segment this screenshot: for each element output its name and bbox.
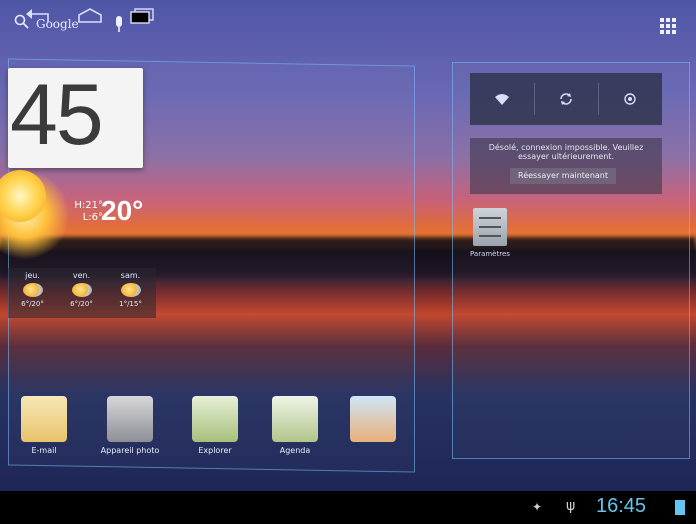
forecast-day: sam. 1°/15°: [106, 268, 155, 318]
app-label: E-mail: [31, 446, 57, 455]
forecast-day: jeu. 6°/20°: [8, 268, 57, 318]
email-icon: [21, 396, 67, 442]
app-label: Agenda: [279, 446, 311, 455]
back-icon[interactable]: [24, 8, 50, 28]
weather-high: H:21°: [74, 200, 103, 211]
forecast-day: ven. 6°/20°: [57, 268, 106, 318]
app-email[interactable]: E-mail: [12, 396, 76, 455]
usb-icon[interactable]: ψ: [566, 498, 575, 514]
app-explorer[interactable]: Explorer: [183, 396, 247, 455]
connection-error-message: Désolé, connexion impossible. Veuillez e…: [488, 143, 644, 161]
weather-high-low: H:21° L:6°: [63, 200, 103, 224]
gps-icon[interactable]: [598, 73, 662, 125]
android-debug-icon[interactable]: ✦: [532, 500, 542, 514]
partly-cloudy-icon: [22, 283, 43, 297]
sync-icon[interactable]: [534, 73, 598, 125]
app-weather[interactable]: [341, 396, 405, 446]
system-navigation-bar: [0, 491, 696, 524]
forecast-temps: 6°/20°: [21, 300, 44, 308]
weather-app-icon: [350, 396, 396, 442]
partly-cloudy-icon: [120, 283, 141, 297]
partly-cloudy-icon: [71, 283, 92, 297]
recent-apps-icon[interactable]: [129, 8, 155, 28]
wifi-icon[interactable]: [470, 73, 534, 125]
settings-shortcut-label: Paramètres: [470, 250, 510, 258]
battery-icon[interactable]: [675, 500, 685, 515]
camera-icon: [107, 396, 153, 442]
weather-forecast[interactable]: jeu. 6°/20° ven. 6°/20° sam. 1°/15°: [8, 268, 156, 318]
forecast-day-name: ven.: [72, 271, 91, 280]
app-label: Appareil photo: [100, 446, 160, 455]
app-camera[interactable]: Appareil photo: [98, 396, 162, 455]
calendar-icon: [272, 396, 318, 442]
forecast-temps: 1°/15°: [119, 300, 142, 308]
current-temperature: 20°: [101, 195, 144, 226]
explorer-icon: [192, 396, 238, 442]
home-icon[interactable]: [77, 8, 103, 28]
apps-grid-icon[interactable]: [660, 18, 676, 34]
status-clock[interactable]: 16:45: [596, 495, 646, 518]
forecast-temps: 6°/20°: [70, 300, 93, 308]
power-control-widget: [470, 73, 662, 125]
weather-low: L:6°: [82, 212, 103, 223]
forecast-day-name: jeu.: [25, 271, 40, 280]
app-agenda[interactable]: Agenda: [263, 396, 327, 455]
clock-minutes: 45: [10, 67, 104, 163]
forecast-day-name: sam.: [120, 271, 141, 280]
voice-search-mic-icon[interactable]: [114, 16, 124, 34]
settings-shortcut-icon[interactable]: [473, 208, 507, 246]
retry-button[interactable]: Réessayer maintenant: [510, 168, 616, 184]
app-label: Explorer: [198, 446, 232, 455]
